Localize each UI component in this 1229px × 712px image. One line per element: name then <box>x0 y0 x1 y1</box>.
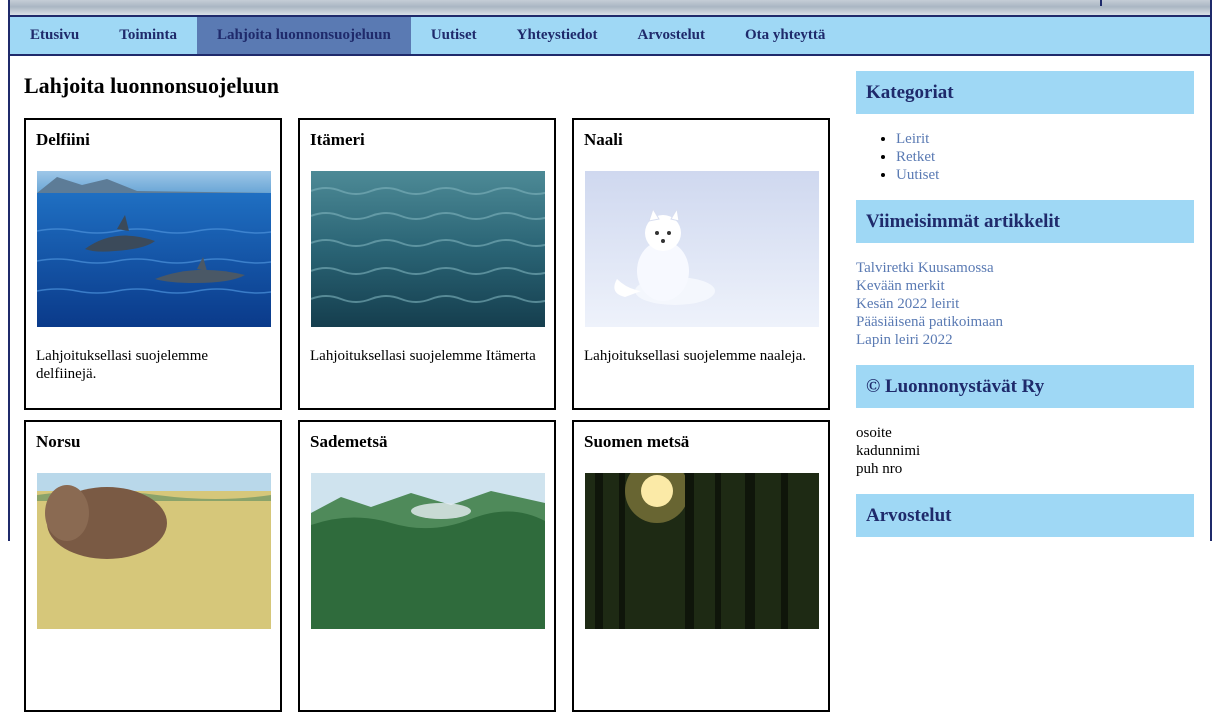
card-title: Norsu <box>36 432 81 451</box>
article-link[interactable]: Kevään merkit <box>856 278 945 294</box>
nav-item-ota-yhteytta[interactable]: Ota yhteyttä <box>725 17 845 54</box>
nav-item-lahjoita[interactable]: Lahjoita luonnonsuojeluun <box>197 17 411 54</box>
card-title: Suomen metsä <box>584 432 690 451</box>
card-suomen-metsa[interactable]: Suomen metsä <box>572 420 830 712</box>
contact-phone: puh nro <box>856 461 903 477</box>
contact-street: kadunnimi <box>856 443 921 459</box>
card-text: Lahjoituksellasi suojelemme delfiinejä. <box>36 348 209 382</box>
sea-photo <box>311 171 545 327</box>
nav-item-uutiset[interactable]: Uutiset <box>411 17 497 54</box>
card-naali[interactable]: Naali Lahjoituksellasi suojelemme naalej… <box>572 118 830 410</box>
article-link[interactable]: Kesän 2022 leirit <box>856 296 959 312</box>
article-link[interactable]: Talviretki Kuusamossa <box>856 260 994 276</box>
main-content: Lahjoita luonnonsuojeluun Delfiini Lahjo… <box>24 56 832 712</box>
main-nav: Etusivu Toiminta Lahjoita luonnonsuojelu… <box>10 17 1210 56</box>
nav-item-etusivu[interactable]: Etusivu <box>10 17 99 54</box>
card-sademetsa[interactable]: Sademetsä <box>298 420 556 712</box>
card-title: Sademetsä <box>310 432 388 451</box>
sidebar-heading-recent: Viimeisimmät artikkelit <box>856 200 1194 243</box>
dolphin-photo <box>37 171 271 327</box>
page-title: Lahjoita luonnonsuojeluun <box>24 73 279 98</box>
list-item: Retket <box>896 148 1194 166</box>
nav-item-arvostelut[interactable]: Arvostelut <box>617 17 725 54</box>
list-item: Uutiset <box>896 166 1194 184</box>
category-link-leirit[interactable]: Leirit <box>896 131 929 147</box>
nav-item-yhteystiedot[interactable]: Yhteystiedot <box>497 17 618 54</box>
contact-info: osoite kadunnimi puh nro <box>856 424 1194 478</box>
sidebar-heading-categories: Kategoriat <box>856 71 1194 114</box>
contact-address-label: osoite <box>856 425 892 441</box>
card-text: Lahjoituksellasi suojelemme Itämerta <box>310 348 536 364</box>
sidebar-heading-contact: © Luonnonystävät Ry <box>856 365 1194 408</box>
category-link-retket[interactable]: Retket <box>896 149 935 165</box>
recent-articles-list: Talviretki Kuusamossa Kevään merkit Kesä… <box>856 259 1194 349</box>
sidebar: Kategoriat Leirit Retket Uutiset Viimeis… <box>856 71 1194 537</box>
card-norsu[interactable]: Norsu <box>24 420 282 712</box>
header-banner-image <box>10 0 1210 17</box>
category-list: Leirit Retket Uutiset <box>856 130 1194 184</box>
card-title: Delfiini <box>36 130 90 149</box>
article-link[interactable]: Lapin leiri 2022 <box>856 332 953 348</box>
card-title: Itämeri <box>310 130 365 149</box>
card-delfiini[interactable]: Delfiini Lahjoituksellasi suojelemme del… <box>24 118 282 410</box>
article-link[interactable]: Pääsiäisenä patikoimaan <box>856 314 1003 330</box>
category-link-uutiset[interactable]: Uutiset <box>896 167 939 183</box>
card-title: Naali <box>584 130 623 149</box>
card-text: Lahjoituksellasi suojelemme naaleja. <box>584 348 807 364</box>
rainforest-photo <box>311 473 545 629</box>
elephant-photo <box>37 473 271 629</box>
card-itameri[interactable]: Itämeri Lahjoituksellasi suojelemme Itäm… <box>298 118 556 410</box>
nav-item-toiminta[interactable]: Toiminta <box>99 17 197 54</box>
sidebar-heading-reviews: Arvostelut <box>856 494 1194 537</box>
list-item: Leirit <box>896 130 1194 148</box>
finnish-forest-photo <box>585 473 819 629</box>
banner-mark <box>1100 0 1102 6</box>
arctic-fox-photo <box>585 171 819 327</box>
